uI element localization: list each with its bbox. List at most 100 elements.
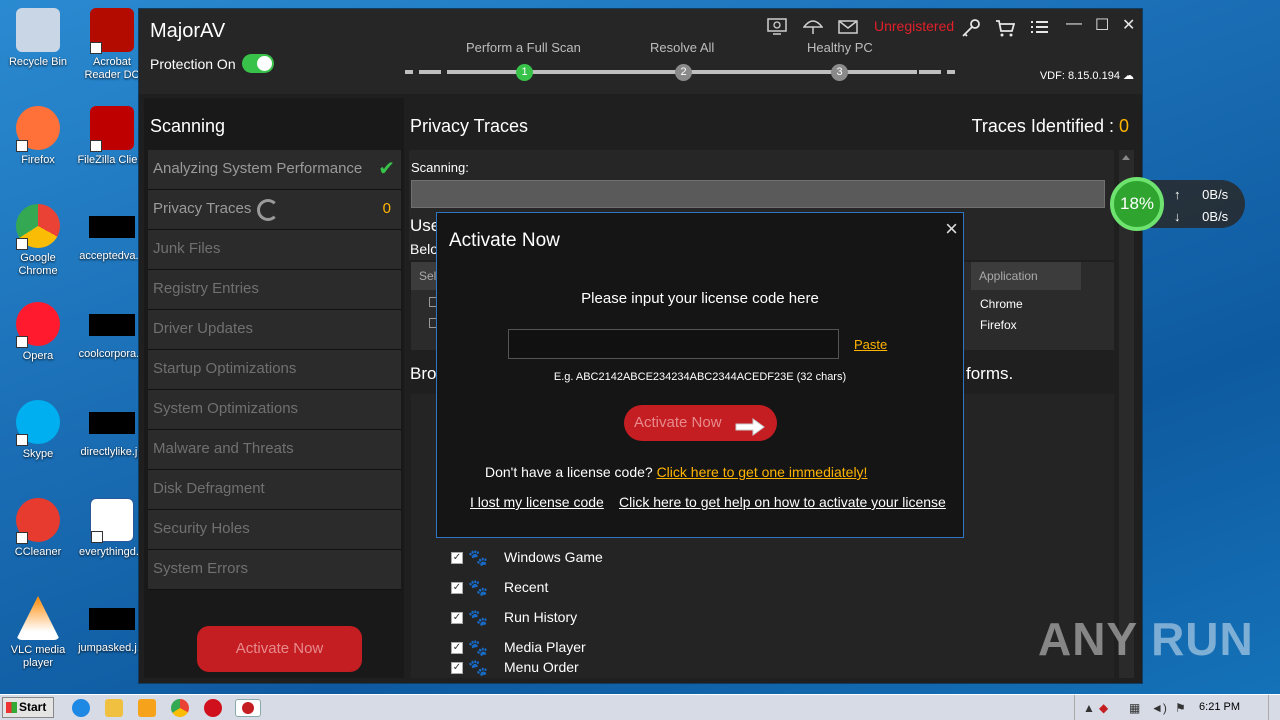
partial-heading-forms: forms. (966, 364, 1014, 383)
dialog-close-button[interactable]: × (945, 216, 958, 242)
lost-license-link[interactable]: I lost my license code (470, 494, 604, 510)
sidebar-item-security-holes[interactable]: Security Holes (148, 510, 401, 550)
majorav-taskbar-icon[interactable] (235, 699, 261, 717)
desktop-icon-skype[interactable]: Skype (0, 400, 76, 461)
desktop-icon-vlc[interactable]: VLC media player (0, 596, 76, 670)
cart-icon[interactable] (995, 18, 1016, 41)
list-item-label: Windows Game (504, 549, 603, 565)
column-header-application[interactable]: Application (971, 262, 1081, 290)
traces-identified: Traces Identified : 0 (972, 116, 1129, 137)
sidebar-activate-button[interactable]: Activate Now (197, 626, 362, 672)
scroll-up-arrow-icon[interactable] (1122, 155, 1130, 160)
file-thumbnail-icon (89, 216, 135, 238)
tray-expand-icon[interactable]: ▲ (1083, 701, 1095, 715)
list-item-label: Recent (504, 579, 549, 595)
activate-button-label: Activate Now (634, 414, 722, 431)
show-desktop-button[interactable] (1268, 695, 1280, 720)
paw-icon: 🐾 (468, 580, 488, 597)
activate-dialog: Activate Now × Please input your license… (436, 212, 964, 538)
sidebar-item-system-optimizations[interactable]: System Optimizations (148, 390, 401, 430)
menu-icon[interactable] (1031, 18, 1049, 39)
sidebar-item-junk-files[interactable]: Junk Files (148, 230, 401, 270)
mail-icon[interactable] (838, 18, 858, 39)
desktop-icon-label: Firefox (21, 154, 55, 166)
sidebar-item-startup-optimizations[interactable]: Startup Optimizations (148, 350, 401, 390)
section-title: Privacy Traces (410, 116, 529, 136)
download-arrow-icon: ↓ (1174, 209, 1181, 224)
sidebar-item-label: System Optimizations (153, 400, 299, 417)
sidebar-item-analyzing-system-performance[interactable]: Analyzing System Performance ✔ (148, 150, 401, 190)
chrome-icon (16, 204, 60, 250)
sidebar-item-malware-and-threats[interactable]: Malware and Threats (148, 430, 401, 470)
sidebar-item-registry-entries[interactable]: Registry Entries (148, 270, 401, 310)
cloud-download-icon[interactable]: ☁ (1123, 70, 1134, 82)
sidebar-item-privacy-traces[interactable]: Privacy Traces 0 (148, 190, 401, 230)
filezilla-icon (90, 106, 134, 152)
desktop-icon-label: CCleaner (14, 546, 62, 558)
download-speed: ↓ 0B/s (1174, 209, 1228, 224)
monitor-scan-icon[interactable] (767, 18, 787, 39)
unregistered-label[interactable]: Unregistered (874, 18, 954, 34)
desktop-icon-label: VLC media player (10, 644, 66, 669)
desktop-icon-opera[interactable]: Opera (0, 302, 76, 363)
app-header: MajorAV Protection On Perform a Full Sca… (139, 9, 1142, 94)
application-cell: Firefox (980, 318, 1017, 332)
opera-taskbar-icon[interactable] (204, 699, 222, 717)
file-explorer-icon[interactable] (105, 699, 123, 717)
network-monitor-widget[interactable]: 18% ↑ 0B/s ↓ 0B/s (1110, 177, 1245, 231)
majorav-tray-icon[interactable]: ◆ (1099, 701, 1108, 715)
media-player-icon[interactable] (138, 699, 156, 717)
ccleaner-icon (16, 498, 60, 544)
sidebar-item-disk-defragment[interactable]: Disk Defragment (148, 470, 401, 510)
opera-icon (16, 302, 60, 348)
maximize-button[interactable]: ☐ (1095, 15, 1109, 35)
license-code-input[interactable] (508, 329, 839, 359)
scanning-progress-field (411, 180, 1105, 208)
close-button[interactable]: ✕ (1122, 15, 1135, 35)
start-button[interactable]: Start (2, 697, 54, 718)
step-indicator-3: 3 (831, 64, 848, 81)
checkbox-checked[interactable]: ✓ (451, 582, 463, 594)
list-item-label: Menu Order (504, 659, 579, 675)
activate-now-button[interactable]: Activate Now (624, 405, 777, 441)
license-prompt: Please input your license code here (581, 290, 819, 307)
activation-help-link[interactable]: Click here to get help on how to activat… (619, 494, 946, 510)
get-license-link[interactable]: Click here to get one immediately! (657, 464, 868, 480)
cpu-usage-gauge: 18% (1110, 177, 1164, 231)
paste-link[interactable]: Paste (854, 337, 887, 352)
checkbox-checked[interactable]: ✓ (451, 612, 463, 624)
desktop-icon-recycle-bin[interactable]: Recycle Bin (0, 8, 76, 69)
action-center-flag-icon[interactable]: ⚑ (1175, 701, 1186, 715)
internet-explorer-icon[interactable] (72, 699, 90, 717)
progress-dash (947, 70, 955, 74)
sidebar-item-label: System Errors (153, 560, 249, 577)
umbrella-icon[interactable] (802, 18, 824, 39)
loading-spinner-icon (257, 199, 279, 221)
desktop-icon-label: Opera (22, 350, 54, 362)
sidebar-item-label: Security Holes (153, 520, 250, 537)
traces-label: Traces Identified : (971, 116, 1119, 136)
desktop-icon-firefox[interactable]: Firefox (0, 106, 76, 167)
sidebar-item-driver-updates[interactable]: Driver Updates (148, 310, 401, 350)
check-icon: ✔ (378, 158, 395, 180)
dialog-title: Activate Now (449, 230, 560, 251)
chrome-taskbar-icon[interactable] (171, 699, 189, 717)
minimize-button[interactable]: — (1066, 15, 1082, 33)
desktop-icon-chrome[interactable]: Google Chrome (0, 204, 76, 278)
network-tray-icon[interactable]: ▦ (1129, 701, 1140, 715)
checkbox-checked[interactable]: ✓ (451, 642, 463, 654)
checkbox-checked[interactable]: ✓ (451, 662, 463, 674)
step-label-scan: Perform a Full Scan (466, 40, 581, 55)
desktop-icon-ccleaner[interactable]: CCleaner (0, 498, 76, 559)
clock[interactable]: 6:21 PM (1199, 701, 1240, 713)
volume-icon[interactable]: ◄) (1151, 701, 1167, 715)
step-label-healthy: Healthy PC (807, 40, 873, 55)
firefox-icon (16, 106, 60, 152)
checkbox-checked[interactable]: ✓ (451, 552, 463, 564)
list-item-label: Media Player (504, 639, 586, 655)
protection-toggle[interactable] (242, 54, 274, 73)
sidebar-item-system-errors[interactable]: System Errors (148, 550, 401, 590)
sidebar-heading: Scanning (150, 116, 226, 136)
protection-label: Protection On (150, 56, 236, 72)
key-icon[interactable] (961, 18, 981, 41)
